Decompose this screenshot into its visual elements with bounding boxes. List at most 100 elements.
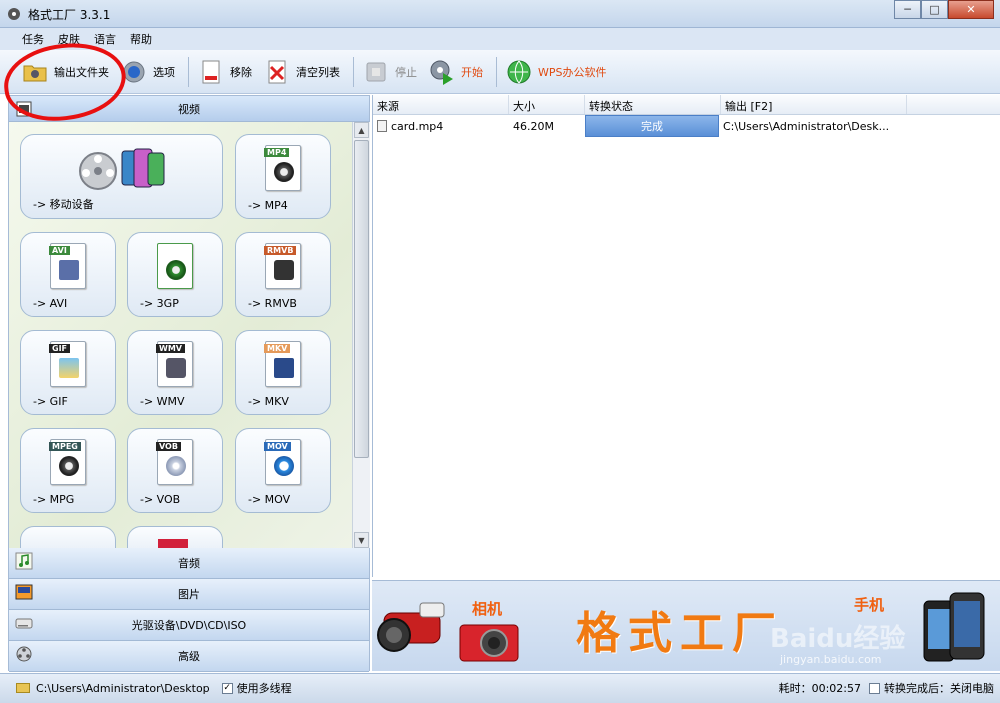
tile-label: -> VOB: [140, 493, 181, 506]
film-graphic: [274, 358, 294, 378]
tile-mov[interactable]: MOV -> MOV: [235, 428, 331, 513]
tile-vob[interactable]: VOB -> VOB: [127, 428, 223, 513]
after-convert-label: 转换完成后：关闭电脑: [884, 682, 994, 695]
cell-output: C:\Users\Administrator\Desk...: [723, 119, 890, 133]
format-tag: MPEG: [49, 442, 81, 451]
toolbar-divider: [353, 56, 354, 87]
category-audio[interactable]: 音频: [9, 548, 369, 579]
column-source[interactable]: 来源: [373, 95, 509, 114]
avi-file-icon: AVI: [49, 243, 86, 289]
category-advanced[interactable]: 高级: [9, 641, 369, 672]
film-reel-graphic: [274, 162, 294, 182]
format-tag: MKV: [264, 344, 291, 353]
options-button[interactable]: 选项: [117, 55, 179, 89]
status-right: 耗时：00:02:57 转换完成后：关闭电脑: [779, 680, 994, 696]
tile-icon-area: [128, 243, 222, 295]
start-icon: [430, 60, 453, 85]
tile-3gp[interactable]: -> 3GP: [127, 232, 223, 317]
camera-label: 相机: [472, 600, 503, 618]
cell-status: 完成: [585, 115, 719, 137]
format-tag: AVI: [49, 246, 70, 255]
column-status[interactable]: 转换状态: [585, 95, 721, 114]
source-filename: card.mp4: [391, 119, 444, 133]
scroll-up-arrow[interactable]: ▲: [354, 122, 369, 138]
film-reel-graphic: [59, 456, 79, 476]
quicktime-graphic: [274, 456, 294, 476]
menu-help[interactable]: 帮助: [130, 31, 152, 47]
watermark-url: jingyan.baidu.com: [780, 653, 882, 666]
stop-button[interactable]: 停止: [359, 55, 421, 89]
video-format-grid: -> 移动设备 MP4 -> MP4 AVI -> AVI -> 3GP RMV…: [9, 122, 352, 548]
category-advanced-label: 高级: [178, 650, 200, 663]
tile-mp4[interactable]: MP4 -> MP4: [235, 134, 331, 219]
minimize-button[interactable]: ─: [894, 0, 921, 19]
menu-task[interactable]: 任务: [22, 31, 44, 47]
format-tag: WMV: [156, 344, 185, 353]
menu-bar: 任务 皮肤 语言 帮助: [0, 28, 1000, 50]
output-folder-button[interactable]: 输出文件夹: [18, 55, 113, 89]
film-icon: [16, 101, 32, 117]
gif-file-icon: GIF: [49, 341, 86, 387]
status-left: C:\Users\Administrator\Desktop ✓ 使用多线程: [16, 680, 292, 696]
tile-icon-area: VOB: [128, 439, 222, 491]
tile-icon-area: RMVB: [236, 243, 330, 295]
tile-rmvb[interactable]: RMVB -> RMVB: [235, 232, 331, 317]
cell-source: card.mp4: [373, 115, 509, 137]
remove-icon: [202, 60, 220, 83]
clear-list-button[interactable]: 清空列表: [260, 55, 344, 89]
format-tag: MOV: [264, 442, 291, 451]
menu-language[interactable]: 语言: [94, 31, 116, 47]
tile-avi[interactable]: AVI -> AVI: [20, 232, 116, 317]
category-disc[interactable]: 光驱设备\DVD\CD\ISO: [9, 610, 369, 641]
toolbar: 输出文件夹 选项 移除 清空列表 停止 开始 WPS办公软件: [0, 50, 1000, 94]
optical-drive-icon: [15, 618, 33, 629]
tile-icon-area: WMV: [128, 341, 222, 393]
tile-gif[interactable]: GIF -> GIF: [20, 330, 116, 415]
column-filler: [907, 95, 1000, 114]
tile-label: -> MKV: [248, 395, 289, 408]
tile-mobile-device[interactable]: -> 移动设备: [20, 134, 223, 219]
output-path[interactable]: C:\Users\Administrator\Desktop: [36, 682, 210, 695]
task-list: 来源 大小 转换状态 输出 [F2] card.mp4 46.20M 完成 C:…: [372, 95, 1000, 577]
wps-button[interactable]: WPS办公软件: [502, 55, 611, 89]
tile-label: -> MPG: [33, 493, 75, 506]
task-list-header: 来源 大小 转换状态 输出 [F2]: [373, 95, 1000, 115]
close-button[interactable]: ✕: [948, 0, 994, 19]
scroll-down-arrow[interactable]: ▼: [354, 532, 369, 548]
wps-label: WPS办公软件: [538, 65, 607, 79]
column-size[interactable]: 大小: [509, 95, 585, 114]
options-label: 选项: [153, 65, 175, 79]
tile-label: -> WMV: [140, 395, 185, 408]
shutdown-checkbox[interactable]: [869, 682, 880, 694]
multithread-label: 使用多线程: [236, 682, 292, 695]
category-image[interactable]: 图片: [9, 579, 369, 610]
mp4-file-icon: MP4: [264, 145, 301, 191]
remove-button[interactable]: 移除: [194, 55, 256, 89]
tile-partial[interactable]: [20, 526, 116, 548]
digital-camera-icon: [459, 624, 519, 662]
tile-icon-area: [21, 145, 222, 197]
format-tag: VOB: [156, 442, 181, 451]
file-icon: [377, 120, 387, 132]
real-logo-graphic: [274, 260, 294, 280]
tile-icon-area: MP4: [236, 145, 330, 197]
maximize-button[interactable]: □: [921, 0, 948, 19]
mpeg-file-icon: MPEG: [49, 439, 86, 485]
menu-skin[interactable]: 皮肤: [58, 31, 80, 47]
tile-mkv[interactable]: MKV -> MKV: [235, 330, 331, 415]
tile-partial[interactable]: [127, 526, 223, 548]
folder-icon: [23, 65, 47, 81]
multithread-checkbox[interactable]: ✓: [221, 682, 233, 694]
format-tag: RMVB: [264, 246, 297, 255]
video-scrollbar[interactable]: ▲ ▼: [352, 122, 370, 548]
category-panel: 视频 -> 移动设备 MP4 -> MP4 AVI -> AVI -> 3GP …: [8, 95, 370, 672]
scroll-thumb[interactable]: [354, 140, 369, 458]
tile-label: -> AVI: [33, 297, 68, 310]
column-output[interactable]: 输出 [F2]: [721, 95, 907, 114]
start-button[interactable]: 开始: [425, 55, 487, 89]
category-video[interactable]: 视频: [9, 96, 369, 122]
table-row[interactable]: card.mp4 46.20M 完成 C:\Users\Administrato…: [373, 115, 1000, 137]
rmvb-file-icon: RMVB: [264, 243, 301, 289]
tile-wmv[interactable]: WMV -> WMV: [127, 330, 223, 415]
tile-mpg[interactable]: MPEG -> MPG: [20, 428, 116, 513]
